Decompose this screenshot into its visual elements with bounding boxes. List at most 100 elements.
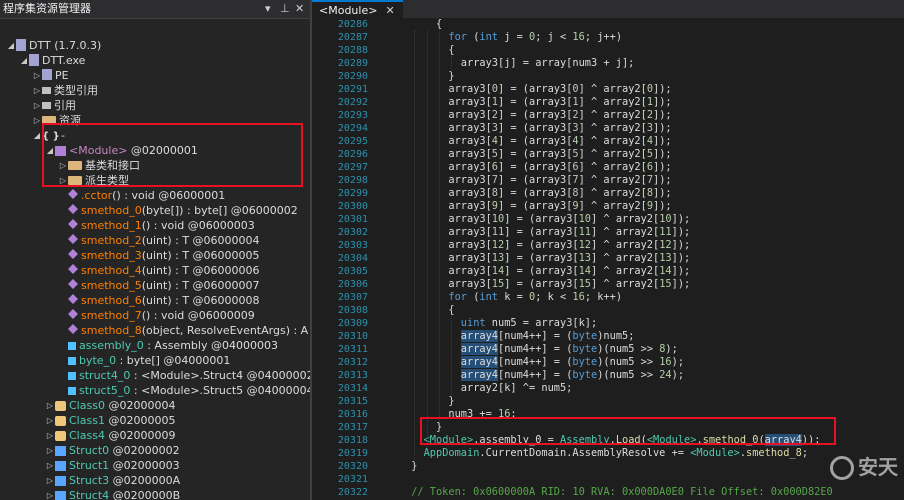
code-token: { [448, 44, 455, 56]
code-token: ] = (array3[ [504, 226, 579, 238]
tree-node[interactable]: ▷ Class4 @02000009 [45, 428, 176, 443]
expand-icon[interactable]: ▷ [32, 113, 42, 128]
expand-icon[interactable]: ▷ [32, 68, 42, 83]
expand-icon[interactable]: ▷ [45, 488, 55, 500]
highlight-box-assembly-load [420, 417, 836, 445]
tree-node-detail: (uint) : T @06000004 [141, 234, 260, 247]
code-token: ]); [653, 83, 672, 95]
tab-close-icon[interactable]: ✕ [385, 4, 394, 17]
close-icon[interactable]: ✕ [295, 0, 304, 18]
highlighted-token: array4 [460, 343, 498, 355]
tree-node-label: Class4 [69, 429, 105, 442]
panel-header: 程序集资源管理器 ▾ ⊥ ✕ [0, 0, 310, 19]
tree-node[interactable]: smethod_7() : void @06000009 [58, 308, 255, 323]
expand-icon[interactable]: ▷ [45, 413, 55, 428]
tree-node[interactable]: ▷ Struct1 @02000003 [45, 458, 180, 473]
tree-node[interactable]: smethod_8(object, ResolveEventArgs) : A [58, 323, 308, 338]
meth-icon [68, 324, 78, 334]
code-token: 16 [572, 291, 585, 303]
code-line: array3[11] = (array3[11] ^ array2[11]); [448, 226, 690, 239]
tree-node[interactable]: ▷ PE [32, 68, 69, 83]
tree-node[interactable]: smethod_5(uint) : T @06000007 [58, 278, 260, 293]
expand-icon[interactable]: ▷ [45, 443, 55, 458]
expand-icon[interactable]: ▷ [45, 398, 55, 413]
tree-node[interactable]: smethod_4(uint) : T @06000006 [58, 263, 260, 278]
dropdown-icon[interactable]: ▾ [265, 0, 271, 18]
tree-node[interactable]: struct4_0 : <Module>.Struct4 @04000002 [58, 368, 310, 383]
tree-node-detail: (uint) : T @06000007 [141, 279, 260, 292]
class-icon [55, 431, 66, 441]
code-token: ]); [653, 148, 672, 160]
code-token: array3[ [448, 174, 492, 186]
tree-node[interactable]: ◢ DTT (1.7.0.3) [6, 38, 101, 53]
tree-node[interactable]: .cctor() : void @06000001 [58, 188, 225, 203]
tree-node[interactable]: struct5_0 : <Module>.Struct5 @04000004 [58, 383, 310, 398]
collapse-icon[interactable]: ◢ [32, 128, 42, 143]
tree-node[interactable]: smethod_2(uint) : T @06000004 [58, 233, 260, 248]
tree-node-detail: : <Module>.Struct4 @04000002 [130, 369, 310, 382]
tree-node[interactable]: byte_0 : byte[] @04000001 [58, 353, 230, 368]
line-number: 20307 [337, 292, 368, 303]
tree-node-label: struct4_0 [79, 369, 131, 382]
code-token: ] ^ array2[ [578, 174, 647, 186]
expand-icon[interactable]: ▷ [32, 83, 42, 98]
tree-node[interactable]: ▷ Struct4 @0200000B [45, 488, 180, 500]
tab-label: <Module> [319, 4, 378, 17]
code-token: 12 [578, 239, 592, 251]
tree-node-label: smethod_5 [81, 279, 142, 292]
code-token: )(num5 >> [597, 343, 660, 355]
tree-node[interactable]: ◢ DTT.exe [19, 53, 85, 68]
code-token: ] = (array3[ [498, 122, 573, 134]
code-token: ] ^ array2[ [591, 278, 660, 290]
line-number: 20295 [337, 136, 368, 147]
ref-icon [42, 87, 51, 94]
tree-node[interactable]: ▷ Class1 @02000005 [45, 413, 176, 428]
code-token: ( [467, 291, 480, 303]
tree-node[interactable]: smethod_0(byte[]) : byte[] @06000002 [58, 203, 298, 218]
line-number: 20301 [337, 214, 368, 225]
expand-icon[interactable]: ▷ [45, 473, 55, 488]
code-token: array3[ [448, 83, 492, 95]
code-line: array4[num4++] = (byte)(num5 >> 24); [460, 369, 684, 382]
highlighted-token: array4 [460, 356, 498, 368]
code-token: ; j++) [584, 31, 623, 43]
code-token: 14 [491, 265, 505, 277]
line-number: 20310 [337, 331, 368, 342]
tree-node[interactable]: ▷ Struct3 @0200000A [45, 473, 180, 488]
expand-icon[interactable]: ▷ [45, 458, 55, 473]
code-line: for (int k = 0; k < 16; k++) [448, 291, 622, 304]
tree-node[interactable]: ▷ 类型引用 [32, 83, 98, 98]
code-token: ]); [671, 239, 691, 251]
code-token: 13 [491, 252, 505, 264]
collapse-icon[interactable]: ◢ [6, 38, 16, 53]
expand-icon[interactable]: ▷ [32, 98, 42, 113]
tree-node[interactable]: ▷ Class0 @02000004 [45, 398, 176, 413]
collapse-icon[interactable]: ◢ [19, 53, 29, 68]
code-token: array3[ [448, 239, 492, 251]
code-token: { [448, 304, 455, 316]
tab-module[interactable]: <Module> ✕ [312, 0, 403, 18]
code-token: ] ^ array2[ [578, 187, 647, 199]
tree-node-label: smethod_2 [81, 234, 142, 247]
code-token: array2[k] ^= num5; [460, 382, 573, 394]
tree-node[interactable]: assembly_0 : Assembly @04000003 [58, 338, 278, 353]
tree-node-label: .cctor [81, 189, 113, 202]
code-token: ] ^ array2[ [578, 148, 647, 160]
code-token: array3[ [448, 148, 492, 160]
code-token: ] = (array3[ [498, 83, 573, 95]
expand-icon[interactable]: ▷ [45, 428, 55, 443]
tree-node[interactable]: ▷ 引用 [32, 98, 76, 113]
tree-node-detail: @02000004 [104, 399, 176, 412]
tree-node[interactable]: ▷ Struct0 @02000002 [45, 443, 180, 458]
code-token: 15 [578, 278, 592, 290]
pin-icon[interactable]: ⊥ [280, 0, 290, 18]
tree-node-label: struct5_0 [79, 384, 131, 397]
tree-node[interactable]: smethod_1() : void @06000003 [58, 218, 255, 233]
tree-node[interactable]: smethod_3(uint) : T @06000005 [58, 248, 260, 263]
code-token: ] ^ array2[ [578, 96, 647, 108]
code-token: ] = (array3[ [504, 278, 579, 290]
code-token: ] ^ array2[ [578, 122, 647, 134]
code-token: for [448, 291, 467, 303]
highlighted-token: array4 [460, 369, 498, 381]
tree-node[interactable]: smethod_6(uint) : T @06000008 [58, 293, 260, 308]
